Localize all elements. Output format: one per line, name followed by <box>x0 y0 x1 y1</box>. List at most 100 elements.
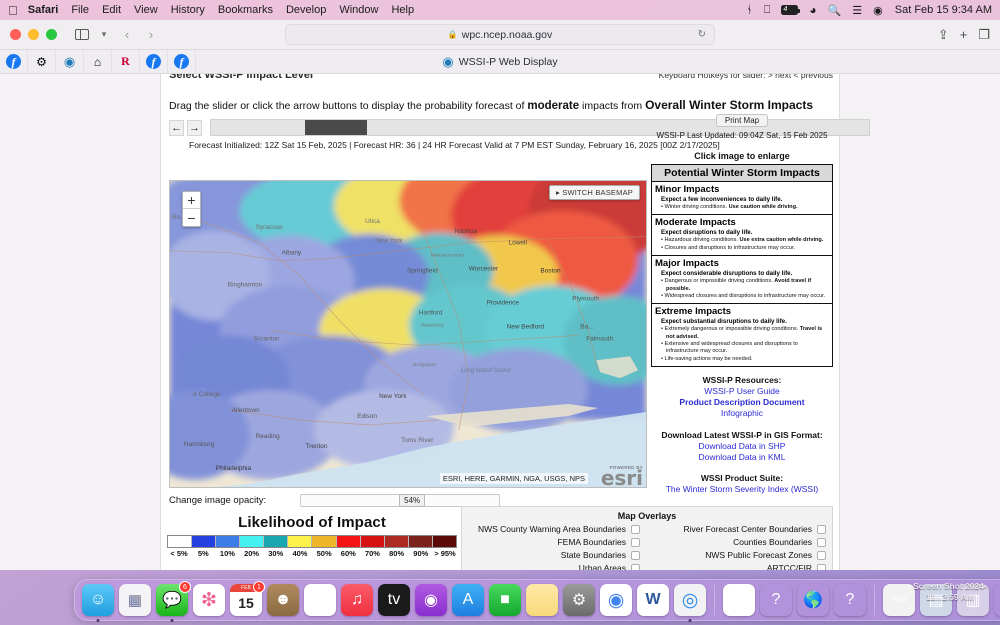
gis-link-kml[interactable]: Download Data in KML <box>651 452 833 462</box>
favorite-facebook-2[interactable]: f <box>140 49 168 74</box>
impact-level-slider-thumb[interactable] <box>305 120 367 135</box>
overlay-option[interactable]: FEMA Boundaries <box>468 537 640 547</box>
dock-icon-glyph: ◉ <box>424 592 438 609</box>
menu-item-bookmarks[interactable]: Bookmarks <box>218 4 273 16</box>
forward-button[interactable]: › <box>140 25 162 45</box>
resource-link-product-description[interactable]: Product Description Document <box>651 397 833 407</box>
menu-item-history[interactable]: History <box>171 4 205 16</box>
dock-app-facetime[interactable]: ■ <box>489 584 521 616</box>
overlay-option[interactable]: NWS Public Forecast Zones <box>654 550 826 560</box>
zoom-in-button[interactable]: + <box>183 192 200 209</box>
menu-item-file[interactable]: File <box>71 4 89 16</box>
dock-app-finder[interactable]: ☺ <box>82 584 114 616</box>
dock-app-safari[interactable]: ◎ <box>674 584 706 616</box>
slider-next-button[interactable]: → <box>187 119 202 136</box>
svg-text:Edison: Edison <box>357 413 377 420</box>
favorite-rutgers[interactable]: R <box>112 49 140 74</box>
dock-app-reminders[interactable]: ☰ <box>304 584 336 616</box>
sidebar-chevron-down-icon[interactable]: ▾ <box>93 25 115 45</box>
menu-item-edit[interactable]: Edit <box>102 4 121 16</box>
map-zoom-controls[interactable]: + − <box>182 191 201 227</box>
favorite-facebook[interactable]: f <box>0 49 28 74</box>
dock-app-unknown-app-1[interactable]: ? <box>760 584 792 616</box>
dock-app-notes[interactable] <box>526 584 558 616</box>
back-button[interactable]: ‹ <box>116 25 138 45</box>
bluetooth-icon[interactable]: ᛀ <box>746 4 753 16</box>
overlay-checkbox-7[interactable] <box>817 563 826 570</box>
tab-overview-icon[interactable]: ❐ <box>978 27 990 43</box>
resource-link-user-guide[interactable]: WSSI-P User Guide <box>651 386 833 396</box>
overlay-checkbox-6[interactable] <box>631 563 640 570</box>
overlay-checkbox-2[interactable] <box>631 537 640 547</box>
overlay-checkbox-1[interactable] <box>817 524 826 534</box>
opacity-slider-thumb[interactable]: 54% <box>399 494 426 507</box>
map-canvas[interactable]: Ro...er Syracuse Utica New York Albany N… <box>169 180 647 488</box>
display-icon[interactable]: ⎕ <box>764 4 771 17</box>
apple-logo-icon[interactable]:  <box>8 4 18 17</box>
dock-app-calendar[interactable]: FEB 15 1 <box>230 581 265 616</box>
resource-link-infographic[interactable]: Infographic <box>651 408 833 418</box>
potential-impacts-table[interactable]: Potential Winter Storm Impacts Minor Imp… <box>651 164 833 368</box>
maximize-window-button[interactable] <box>46 29 57 40</box>
menu-item-view[interactable]: View <box>134 4 158 16</box>
suite-header: WSSI Product Suite: <box>700 473 784 484</box>
overlay-option[interactable]: ARTCC/FIR <box>654 563 826 570</box>
overlay-checkbox-4[interactable] <box>631 550 640 560</box>
impact-section: Extreme Impacts Expect substantial disrup… <box>652 304 832 366</box>
dock-app-podcasts[interactable]: ◉ <box>415 584 447 616</box>
share-icon[interactable]: ⇪ <box>938 27 949 43</box>
zoom-out-button[interactable]: − <box>183 209 200 226</box>
dock-app-messages[interactable]: 💬 6 <box>156 581 191 616</box>
new-tab-button[interactable]: + <box>960 27 968 42</box>
menu-item-safari[interactable]: Safari <box>28 4 59 16</box>
overlay-option[interactable]: River Forecast Center Boundaries <box>654 524 826 534</box>
favorite-noaa[interactable]: ◉ <box>56 49 84 74</box>
overlay-checkbox-3[interactable] <box>817 537 826 547</box>
favorite-c-logo[interactable]: ⌂ <box>84 49 112 74</box>
switch-basemap-button[interactable]: ▸ SWITCH BASEMAP <box>549 185 640 200</box>
battery-icon[interactable]: 4 <box>781 5 801 15</box>
dock-app-word[interactable]: W <box>637 584 669 616</box>
show-sidebar-button[interactable] <box>71 25 93 45</box>
menu-item-develop[interactable]: Develop <box>286 4 326 16</box>
dock-app-preview[interactable]: ▨ <box>723 584 755 616</box>
siri-icon[interactable]: ◉ <box>873 4 883 17</box>
menu-item-help[interactable]: Help <box>391 4 414 16</box>
gis-link-shp[interactable]: Download Data in SHP <box>651 441 833 451</box>
close-window-button[interactable] <box>10 29 21 40</box>
overlay-option[interactable]: Urban Areas <box>468 563 640 570</box>
svg-text:...e College: ...e College <box>188 391 221 398</box>
dock-app-app-store[interactable]: A <box>452 584 484 616</box>
overlay-checkbox-5[interactable] <box>817 550 826 560</box>
overlay-option[interactable]: Counties Boundaries <box>654 537 826 547</box>
slider-previous-button[interactable]: ← <box>169 119 184 136</box>
active-tab[interactable]: ◉ WSSI-P Web Display <box>442 54 557 70</box>
dock-app-chrome[interactable]: ◉ <box>600 584 632 616</box>
dock-app-photos[interactable]: ❇ <box>193 584 225 616</box>
impact-bullet: • Winter driving conditions. Use caution… <box>661 204 798 210</box>
dock-app-world-globe[interactable]: 🌎 <box>797 584 829 616</box>
dock-app-unknown-app-2[interactable]: ? <box>834 584 866 616</box>
wifi-icon[interactable]: ◕ <box>809 3 816 17</box>
reload-icon[interactable]: ↻ <box>698 29 706 40</box>
print-map-button[interactable]: Print Map <box>716 114 768 127</box>
minimize-window-button[interactable] <box>28 29 39 40</box>
overlay-option[interactable]: NWS County Warning Area Boundaries <box>468 524 640 534</box>
address-bar[interactable]: 🔒 wpc.ncep.noaa.gov ↻ <box>285 24 715 45</box>
menu-item-window[interactable]: Window <box>339 4 378 16</box>
dock-app-launchpad[interactable]: ▦ <box>119 584 151 616</box>
spotlight-icon[interactable]: 🔍 <box>828 4 842 17</box>
menu-bar-clock[interactable]: Sat Feb 15 9:34 AM <box>895 4 992 16</box>
control-center-icon[interactable]: ☰ <box>852 4 862 17</box>
dock-app-music[interactable]: ♫ <box>341 584 373 616</box>
dock-app-apple-tv[interactable]: tv <box>378 584 410 616</box>
dock-app-contacts[interactable]: ☻ <box>267 584 299 616</box>
dock-app-system-preferences[interactable]: ⚙ <box>563 584 595 616</box>
favorite-facebook-3[interactable]: f <box>168 49 196 74</box>
window-traffic-lights[interactable] <box>10 29 57 40</box>
overlay-checkbox-0[interactable] <box>631 524 640 534</box>
suite-link-wssi[interactable]: The Winter Storm Severity Index (WSSI) <box>651 484 833 494</box>
favorite-gear[interactable]: ⚙ <box>28 49 56 74</box>
overlay-option[interactable]: State Boundaries <box>468 550 640 560</box>
opacity-control[interactable]: Change image opacity: 54% <box>169 494 501 507</box>
